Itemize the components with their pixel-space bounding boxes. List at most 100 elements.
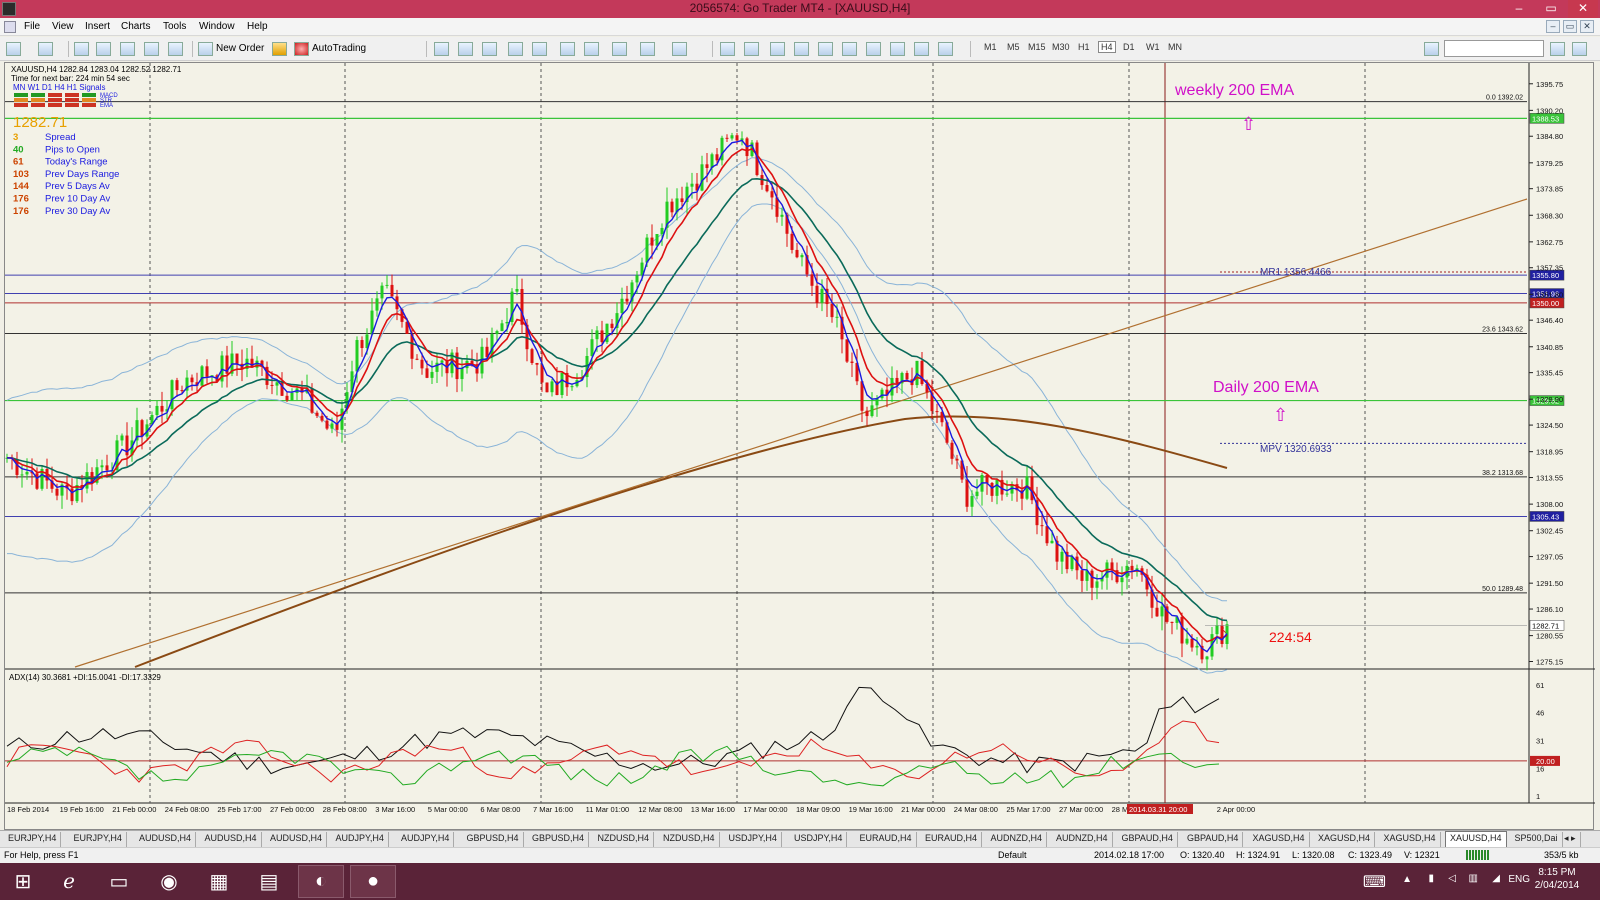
menu-window[interactable]: Window [199, 21, 235, 32]
clock-date[interactable]: 2/04/2014 [1530, 880, 1584, 891]
chart-tab[interactable]: XAUUSD,H4 [1445, 831, 1507, 848]
windows-start-icon[interactable]: ⊞ [0, 865, 46, 898]
candlestick-button[interactable] [458, 40, 476, 57]
chevron-up-icon[interactable]: ▲ [1402, 874, 1412, 885]
menu-view[interactable]: View [52, 21, 74, 32]
navigator-button[interactable] [120, 40, 138, 57]
menu-help[interactable]: Help [247, 21, 268, 32]
auto-scroll-button[interactable] [560, 40, 578, 57]
text-label-button[interactable] [914, 40, 932, 57]
market-watch-button[interactable] [74, 40, 92, 57]
network-icon[interactable]: ▮ [1428, 873, 1434, 884]
tf-m1[interactable]: M1 [984, 42, 997, 52]
horizontal-line-button[interactable] [794, 40, 812, 57]
signal-icon[interactable]: ◢ [1492, 873, 1500, 884]
tf-m30[interactable]: M30 [1052, 42, 1070, 52]
new-order-button[interactable]: New Order [198, 40, 264, 57]
data-window-button[interactable] [96, 40, 114, 57]
chart-tab[interactable]: AUDJPY,H4 [332, 832, 389, 847]
menu-insert[interactable]: Insert [85, 21, 110, 32]
clapper-icon[interactable]: ▤ [246, 865, 292, 898]
trendline-button[interactable] [818, 40, 836, 57]
chart-tab[interactable]: NZDUSD,H4 [659, 832, 720, 847]
mdi-close-button[interactable]: ✕ [1580, 20, 1594, 33]
price-chart[interactable]: 0.0 1392.02 23.6 1343.62 38.2 1313.68 50.0 … [5, 63, 1595, 831]
tf-h4[interactable]: H4 [1098, 41, 1116, 53]
indicators-button[interactable] [612, 40, 630, 57]
close-button[interactable]: ✕ [1568, 0, 1598, 18]
tf-m5[interactable]: M5 [1007, 42, 1020, 52]
bar-chart-button[interactable] [434, 40, 452, 57]
chart-tab[interactable]: AUDNZD,H4 [987, 832, 1048, 847]
folder-icon[interactable]: ▭ [96, 865, 142, 898]
chart-tab[interactable]: EURJPY,H4 [70, 832, 127, 847]
terminal-button[interactable] [144, 40, 162, 57]
tf-h1[interactable]: H1 [1078, 42, 1090, 52]
chart-tab[interactable]: USDJPY,H4 [725, 832, 782, 847]
snip-taskbar-icon[interactable]: ● [350, 865, 396, 898]
chart-tab[interactable]: AUDNZD,H4 [1052, 832, 1113, 847]
chart-tab[interactable]: SP500,Dai [1511, 832, 1563, 847]
templates-button[interactable] [672, 40, 690, 57]
chart-tab[interactable]: XAGUSD,H4 [1249, 832, 1310, 847]
chart-tab[interactable]: AUDUSD,H4 [135, 832, 197, 847]
chart-tab[interactable]: AUDUSD,H4 [201, 832, 262, 847]
chart-tab[interactable]: GBPAUD,H4 [1183, 832, 1244, 847]
arrows-button[interactable] [938, 40, 956, 57]
community-button[interactable] [1572, 40, 1590, 57]
chart-tab[interactable]: EURAUD,H4 [856, 832, 917, 847]
chart-tab[interactable]: AUDJPY,H4 [397, 832, 455, 847]
chrome-icon[interactable]: ◉ [146, 865, 192, 898]
new-chart-button[interactable] [6, 40, 24, 57]
vertical-line-button[interactable] [770, 40, 788, 57]
menu-tools[interactable]: Tools [163, 21, 186, 32]
keyboard-icon[interactable]: ⌨ [1363, 872, 1386, 892]
calculator-icon[interactable]: ▦ [196, 865, 242, 898]
chart-tab[interactable]: GBPUSD,H4 [463, 832, 524, 847]
language-indicator[interactable]: ENG [1508, 874, 1530, 885]
minimize-button[interactable]: – [1504, 0, 1534, 18]
menu-file[interactable]: File [24, 21, 40, 32]
volume-icon[interactable]: ◁ [1448, 873, 1456, 884]
chart-tab[interactable]: AUDUSD,H4 [266, 832, 328, 847]
chart-shift-button[interactable] [584, 40, 602, 57]
tf-m15[interactable]: M15 [1028, 42, 1046, 52]
battery-icon[interactable]: ▥ [1469, 873, 1478, 884]
tf-w1[interactable]: W1 [1146, 42, 1160, 52]
mdi-minimize-button[interactable]: – [1546, 20, 1560, 33]
periods-button[interactable] [640, 40, 658, 57]
options-button[interactable] [1424, 40, 1442, 57]
search-button[interactable] [1550, 40, 1568, 57]
metaeditor-button[interactable] [272, 40, 290, 57]
profiles-button[interactable] [38, 40, 56, 57]
maximize-button[interactable]: ▭ [1536, 0, 1566, 18]
fibonacci-button[interactable] [866, 40, 884, 57]
crosshair-button[interactable] [744, 40, 762, 57]
mdi-restore-button[interactable]: ▭ [1563, 20, 1577, 33]
chart-tab[interactable]: XAGUSD,H4 [1314, 832, 1376, 847]
clock-time[interactable]: 8:15 PM [1530, 867, 1584, 878]
chart-window[interactable]: 0.0 1392.02 23.6 1343.62 38.2 1313.68 50.0 … [4, 62, 1595, 831]
search-input[interactable] [1444, 40, 1544, 57]
chart-tab[interactable]: XAGUSD,H4 [1380, 832, 1441, 847]
chart-tab[interactable]: NZDUSD,H4 [594, 832, 655, 847]
profile-name[interactable]: Default [998, 850, 1027, 860]
cursor-button[interactable] [720, 40, 738, 57]
zoom-out-button[interactable] [532, 40, 550, 57]
menu-charts[interactable]: Charts [121, 21, 150, 32]
line-chart-button[interactable] [482, 40, 500, 57]
tf-d1[interactable]: D1 [1123, 42, 1135, 52]
tab-scroll-icon[interactable]: ◂ ▸ [1560, 832, 1581, 847]
text-button[interactable] [890, 40, 908, 57]
chart-icon[interactable] [4, 21, 16, 33]
channel-button[interactable] [842, 40, 860, 57]
chart-tab[interactable]: EURJPY,H4 [4, 832, 62, 847]
tf-mn[interactable]: MN [1168, 42, 1182, 52]
mt4-taskbar-icon[interactable]: ◐ [298, 865, 344, 898]
chart-tab[interactable]: USDJPY,H4 [790, 832, 848, 847]
chart-tab[interactable]: GBPUSD,H4 [528, 832, 590, 847]
autotrading-button[interactable]: AutoTrading [294, 40, 366, 57]
tester-button[interactable] [168, 40, 186, 57]
chart-tab[interactable]: GBPAUD,H4 [1118, 832, 1178, 847]
zoom-in-button[interactable] [508, 40, 526, 57]
